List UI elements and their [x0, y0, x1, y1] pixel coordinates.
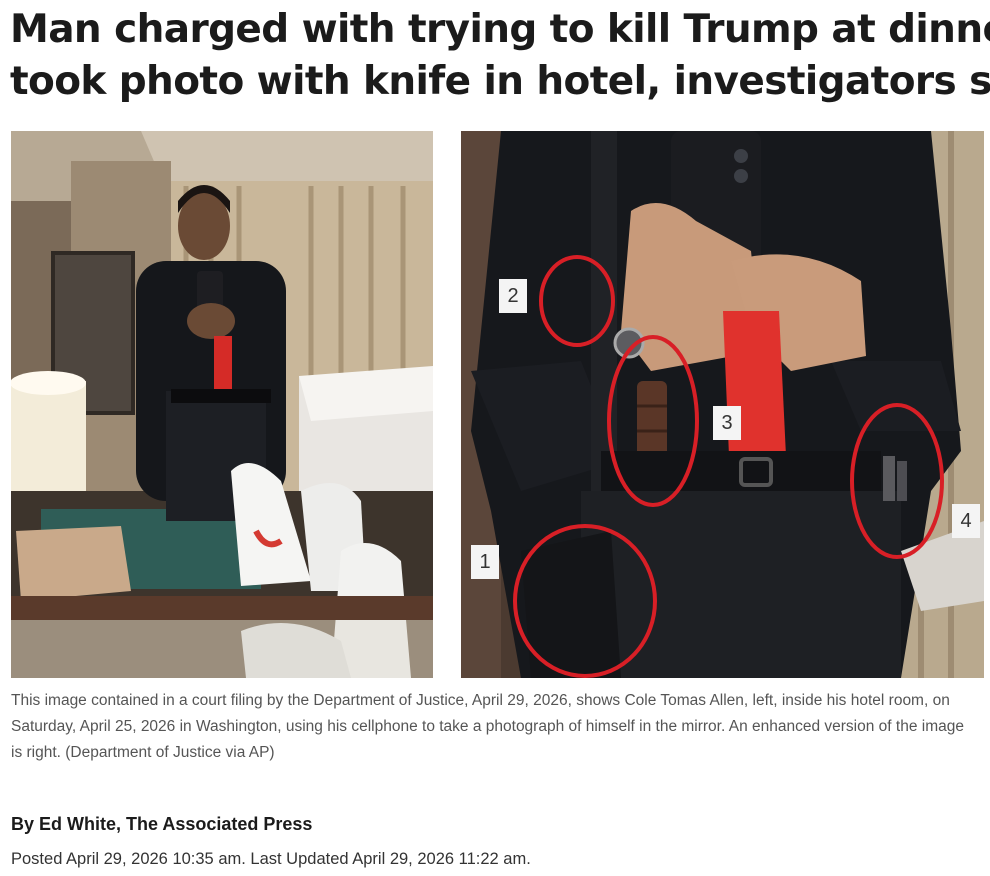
headline-line-1: Man charged with trying to kill Trump at… — [10, 7, 990, 52]
photo-caption: This image contained in a court filing b… — [11, 692, 964, 761]
article-headline: Man charged with trying to kill Trump at… — [10, 4, 990, 108]
photo-original-selfie[interactable] — [11, 131, 433, 678]
article-timestamps: Posted April 29, 2026 10:35 am. Last Upd… — [11, 850, 531, 868]
marker-label-4: 4 — [952, 504, 980, 538]
marker-label-1: 1 — [471, 545, 499, 579]
article-page: Man charged with trying to kill Trump at… — [0, 0, 990, 876]
article-byline: By Ed White, The Associated Press — [11, 814, 313, 834]
marker-label-3: 3 — [713, 406, 741, 440]
headline-line-2: took photo with knife in hotel, investig… — [10, 59, 990, 104]
photo-enhanced-closeup[interactable]: 1 2 3 4 — [461, 131, 984, 678]
marker-label-2: 2 — [499, 279, 527, 313]
